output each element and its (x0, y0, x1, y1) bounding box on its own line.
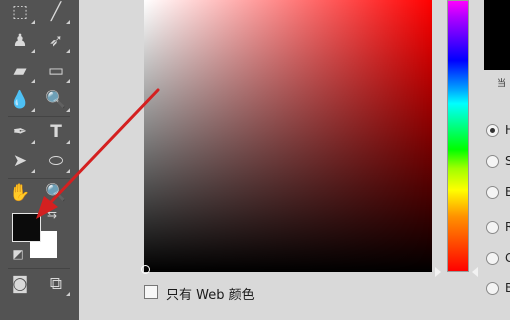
radio-g[interactable] (486, 252, 499, 265)
radio-g-label: G (505, 251, 510, 265)
radio-h-label: H (505, 123, 510, 137)
radio-s[interactable] (486, 155, 499, 168)
dodge-tool-icon[interactable]: 🔍 (44, 88, 68, 112)
ellipse-tool-icon[interactable]: ⬭ (44, 149, 68, 173)
hue-slider-right-arrow[interactable] (472, 267, 478, 277)
radio-s-label: S (505, 154, 510, 168)
swap-colors-icon[interactable]: ⇆ (44, 206, 60, 222)
foreground-color-swatch[interactable] (12, 213, 41, 242)
type-tool-icon[interactable]: T (44, 120, 68, 144)
gradient-tool-icon[interactable]: ▭ (44, 59, 68, 83)
stamp-tool-icon[interactable]: ♟ (8, 29, 32, 53)
web-colors-label: 只有 Web 颜色 (166, 288, 255, 303)
tool-flyout-indicator (66, 49, 70, 53)
hue-slider-left-arrow[interactable] (435, 267, 441, 277)
tool-flyout-indicator (31, 140, 35, 144)
toolbar-divider (8, 178, 70, 179)
screen-mode-icon[interactable]: ⧉ (44, 272, 68, 296)
tool-flyout-indicator (66, 79, 70, 83)
path-selection-icon[interactable]: ➤ (8, 149, 32, 173)
radio-h[interactable] (486, 124, 499, 137)
toolbar-divider (8, 268, 70, 269)
radio-r-label: R (505, 220, 510, 234)
default-colors-icon[interactable]: ◩ (10, 246, 26, 262)
eraser-tool-icon[interactable]: ▰ (8, 59, 32, 83)
radio-b[interactable] (486, 186, 499, 199)
toolbar-divider (8, 116, 70, 117)
tool-flyout-indicator (66, 169, 70, 173)
hue-slider[interactable] (447, 0, 469, 272)
tool-flyout-indicator (31, 108, 35, 112)
preview-caption: 当 (497, 79, 507, 89)
saturation-brightness-field[interactable] (144, 0, 432, 272)
history-brush-icon[interactable]: ➶ (44, 29, 68, 53)
brush-tool-icon[interactable]: ╱ (44, 0, 68, 24)
hand-tool-icon[interactable]: ✋ (8, 181, 32, 205)
tool-flyout-indicator (31, 79, 35, 83)
color-field-marker[interactable] (141, 265, 150, 274)
pen-tool-icon[interactable]: ✒ (8, 120, 32, 144)
web-colors-checkbox[interactable] (144, 285, 158, 299)
quick-mask-icon[interactable]: ◙ (8, 272, 32, 296)
radio-r[interactable] (486, 221, 499, 234)
marquee-tool-icon[interactable]: ⬚ (8, 0, 32, 24)
radio-blue[interactable] (486, 282, 499, 295)
zoom-tool-icon[interactable]: 🔍 (44, 181, 68, 205)
color-preview-swatch (484, 0, 510, 70)
radio-b-label: B (505, 185, 510, 199)
tools-panel: ⬚ ╱ ♟ ➶ ▰ ▭ 💧 🔍 ✒ T ➤ ⬭ ✋ 🔍 ⇆ ◩ ◙ ⧉ (0, 0, 79, 320)
tool-flyout-indicator (66, 108, 70, 112)
tool-flyout-indicator (31, 169, 35, 173)
tool-flyout-indicator (66, 20, 70, 24)
tool-flyout-indicator (66, 140, 70, 144)
radio-blue-label: B (505, 281, 510, 295)
tool-flyout-indicator (31, 20, 35, 24)
tool-flyout-indicator (66, 292, 70, 296)
tool-flyout-indicator (31, 49, 35, 53)
blur-tool-icon[interactable]: 💧 (8, 88, 32, 112)
